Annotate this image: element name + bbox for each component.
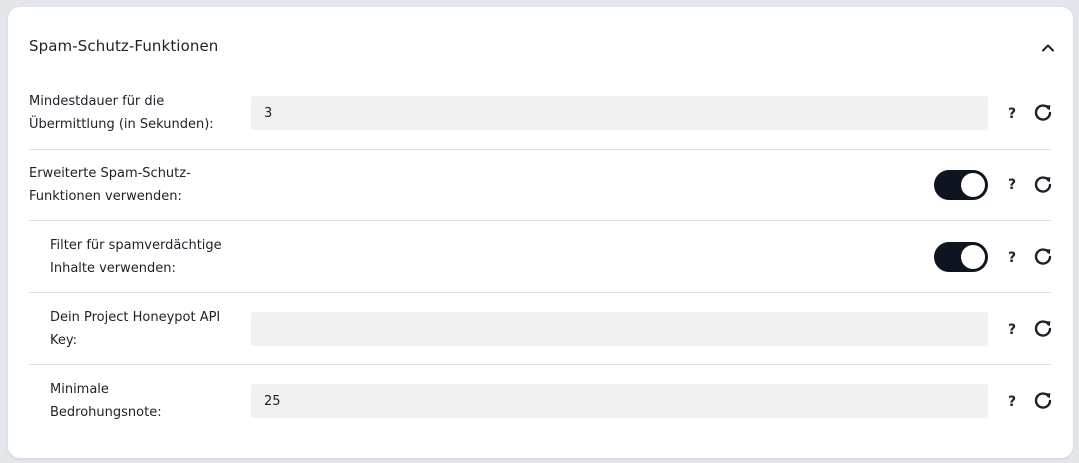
reset-icon[interactable] [1033,247,1053,267]
setting-label: Filter für spamverdächtige Inhalte verwe… [50,238,222,276]
reset-icon[interactable] [1033,175,1053,195]
toggle-knob [961,173,985,197]
question-mark-icon[interactable]: ? [1005,249,1019,267]
question-mark-icon[interactable]: ? [1005,105,1019,123]
setting-row-min-duration: Mindestdauer für die Übermittlung (in Se… [29,87,1053,150]
panel-header[interactable]: Spam-Schutz-Funktionen [8,7,1073,87]
settings-list: Mindestdauer für die Übermittlung (in Se… [29,87,1053,437]
question-mark-icon[interactable]: ? [1005,176,1019,194]
min-threat-score-input[interactable] [251,384,988,418]
min-duration-input[interactable] [251,96,988,130]
reset-icon[interactable] [1033,391,1053,411]
setting-row-content-filter: Filter für spamverdächtige Inhalte verwe… [29,221,1053,293]
content-filter-toggle[interactable] [934,242,988,272]
panel-title: Spam-Schutz-Funktionen [29,37,219,55]
toggle-knob [961,245,985,269]
question-mark-icon[interactable]: ? [1005,393,1019,411]
setting-row-advanced-spam-protection: Erweiterte Spam-Schutz-Funktionen verwen… [29,150,1053,221]
setting-row-min-threat-score: Minimale Bedrohungsnote: ? [29,365,1053,437]
setting-row-honeypot-api-key: Dein Project Honeypot API Key: ? [29,293,1053,365]
collapse-button[interactable] [1037,37,1059,59]
spam-protection-panel: Spam-Schutz-Funktionen Mindestdauer für … [8,7,1073,458]
reset-icon[interactable] [1033,319,1053,339]
setting-label: Minimale Bedrohungsnote: [50,382,162,420]
question-mark-icon[interactable]: ? [1005,321,1019,339]
setting-label: Dein Project Honeypot API Key: [50,310,221,348]
honeypot-api-key-input[interactable] [251,312,988,346]
setting-label: Erweiterte Spam-Schutz-Funktionen verwen… [29,166,191,204]
reset-icon[interactable] [1033,103,1053,123]
advanced-spam-protection-toggle[interactable] [934,170,988,200]
setting-label: Mindestdauer für die Übermittlung (in Se… [29,94,214,132]
chevron-up-icon [1042,44,1054,52]
